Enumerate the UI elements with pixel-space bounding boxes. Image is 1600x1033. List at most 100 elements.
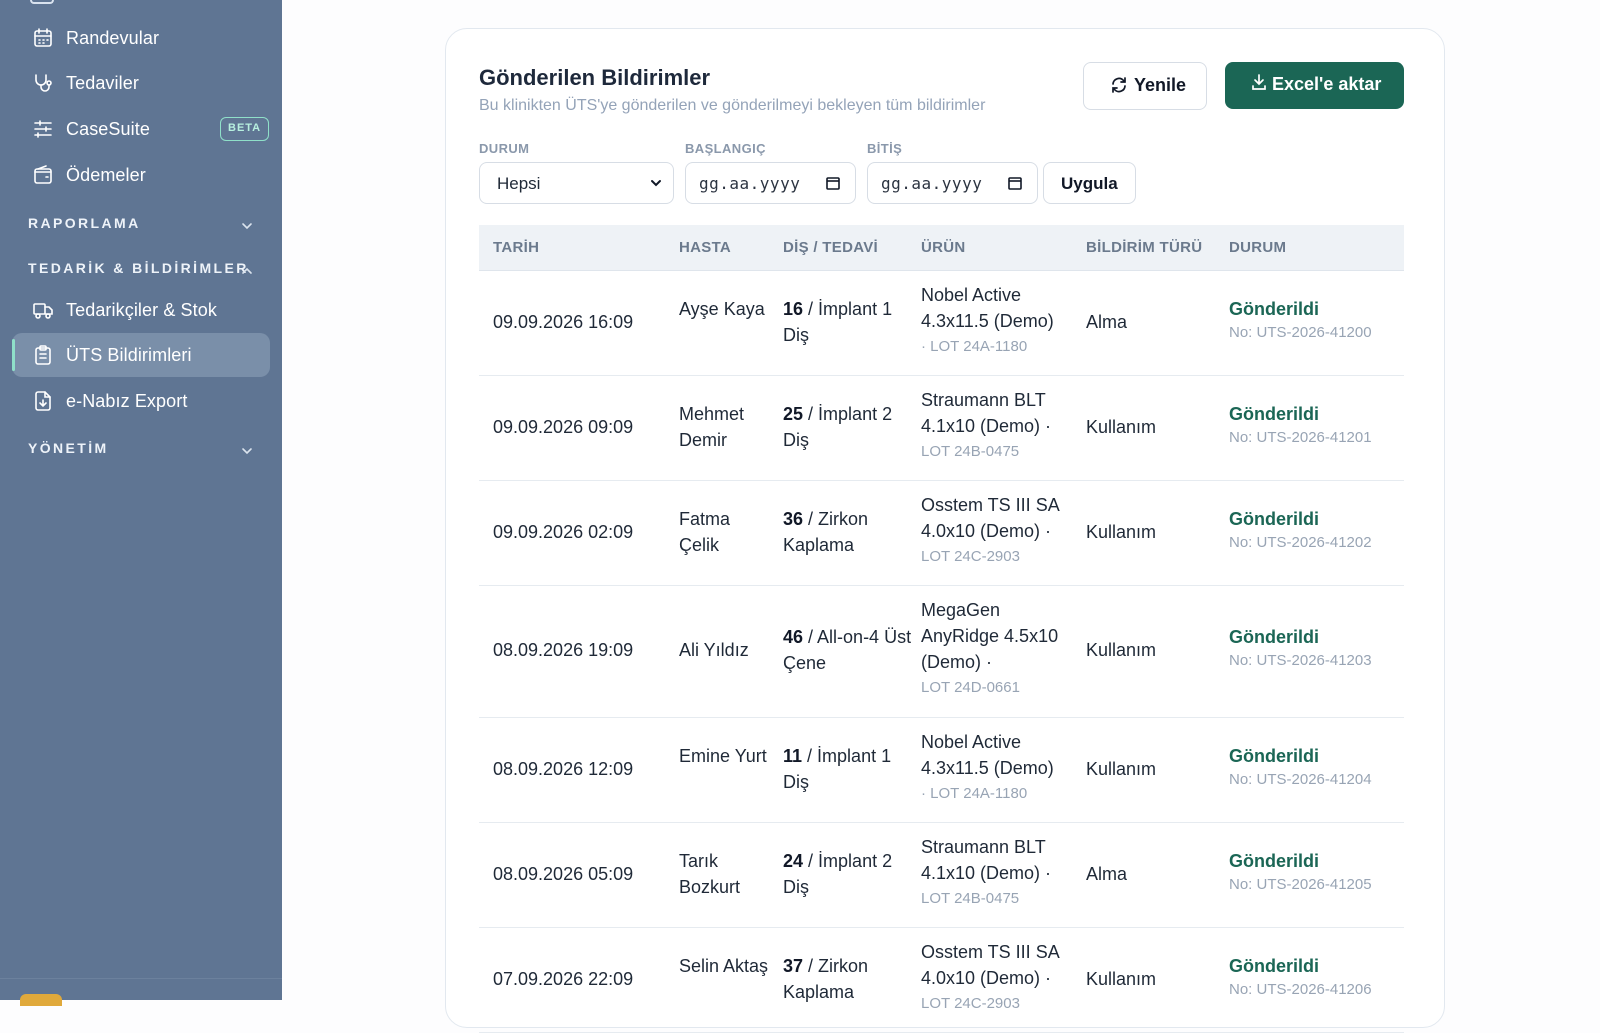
sidebar-item-casesuite[interactable]: CaseSuite BETA xyxy=(12,107,270,151)
table-row[interactable]: 09.09.2026 09:09 Mehmet Demir 25 / İmpla… xyxy=(479,376,1404,481)
sidebar-item-randevular[interactable]: Randevular xyxy=(12,16,270,60)
refresh-button[interactable]: Yenile xyxy=(1083,62,1207,110)
table-row[interactable]: 08.09.2026 12:09 Emine Yurt 11 / İmplant… xyxy=(479,718,1404,823)
apply-filter-button[interactable]: Uygula xyxy=(1043,162,1136,204)
chevron-down-icon xyxy=(242,448,252,455)
table-row[interactable]: 07.09.2026 22:09 Selin Aktaş 37 / Zirkon… xyxy=(479,928,1404,1033)
row-product: Straumann BLT 4.1x10 (Demo) · LOT 24B-047… xyxy=(921,834,1073,912)
sidebar-item-enabiz-export[interactable]: e-Nabız Export xyxy=(12,379,270,423)
row-tooth: 25 xyxy=(783,404,804,424)
row-tooth: 36 xyxy=(783,509,804,529)
row-product: Osstem TS III SA 4.0x10 (Demo) · LOT 24C-… xyxy=(921,939,1073,1017)
row-uts-no: No: UTS-2026-41201 xyxy=(1229,429,1372,446)
sidebar-item-odemeler[interactable]: Ödemeler xyxy=(12,153,270,197)
section-label: YÖNETİM xyxy=(28,440,109,456)
notifications-card: Gönderilen Bildirimler Bu klinikten ÜTS'… xyxy=(445,28,1445,1033)
row-date: 09.09.2026 16:09 xyxy=(493,312,634,332)
row-product: Nobel Active 4.3x11.5 (Demo) · LOT 24A-11… xyxy=(921,729,1073,807)
row-notification-type: Kullanım xyxy=(1086,522,1157,542)
row-status: Gönderildi No: UTS-2026-41200 xyxy=(1229,297,1399,345)
row-product: Osstem TS III SA 4.0x10 (Demo) · LOT 24C-… xyxy=(921,492,1073,570)
start-date-placeholder: gg.aa.yyyy xyxy=(699,174,801,193)
row-product: Nobel Active 4.3x11.5 (Demo) · LOT 24A-11… xyxy=(921,282,1073,360)
table-row[interactable]: 09.09.2026 16:09 Ayşe Kaya 16 / İmplant … xyxy=(479,271,1404,376)
avatar[interactable] xyxy=(20,994,62,1006)
column-header-status: DURUM xyxy=(1229,239,1287,256)
row-notification-type: Kullanım xyxy=(1086,969,1157,989)
row-tooth-treatment: 46 / All-on-4 Üst Çene xyxy=(783,627,912,673)
status-filter-label: DURUM xyxy=(479,141,530,156)
wallet-icon xyxy=(34,165,52,184)
section-label: RAPORLAMA xyxy=(28,215,141,231)
status-select[interactable]: Hepsi xyxy=(479,162,674,204)
table-row[interactable]: 08.09.2026 19:09 Ali Yıldız 46 / All-on-… xyxy=(479,586,1404,718)
row-uts-no: No: UTS-2026-41205 xyxy=(1229,876,1372,893)
row-uts-no: No: UTS-2026-41206 xyxy=(1229,981,1372,998)
section-label: TEDARİK & BİLDİRİMLER xyxy=(28,260,249,276)
sidebar-item-label: Tedaviler xyxy=(66,72,139,93)
download-icon xyxy=(1252,74,1266,90)
page-subtitle: Bu klinikten ÜTS'ye gönderilen ve gönder… xyxy=(479,97,986,114)
row-tooth-treatment: 24 / İmplant 2 Diş xyxy=(783,851,893,897)
table-row[interactable]: 09.09.2026 02:09 Fatma Çelik 36 / Zirkon… xyxy=(479,481,1404,586)
column-header-patient: HASTA xyxy=(679,239,732,256)
row-tooth-treatment: 16 / İmplant 1 Diş xyxy=(783,299,893,345)
row-tooth: 24 xyxy=(783,851,804,871)
table-body: 09.09.2026 16:09 Ayşe Kaya 16 / İmplant … xyxy=(479,271,1404,1033)
apply-filter-label: Uygula xyxy=(1061,174,1118,193)
end-date-input[interactable]: gg.aa.yyyy xyxy=(867,162,1038,204)
sidebar-item-tedaviler[interactable]: Tedaviler xyxy=(12,61,270,105)
row-patient: Mehmet Demir xyxy=(679,404,745,450)
page-title: Gönderilen Bildirimler xyxy=(479,65,711,90)
status-select-value: Hepsi xyxy=(497,174,541,193)
sidebar-item-tedarikciler-stok[interactable]: Tedarikçiler & Stok xyxy=(12,288,270,332)
sidebar-item-uts-bildirimleri[interactable]: ÜTS Bildirimleri xyxy=(12,333,270,377)
sidebar-divider xyxy=(0,978,282,979)
sidebar-item-label: e-Nabız Export xyxy=(66,390,188,411)
column-header-type: BİLDİRİM TÜRÜ xyxy=(1086,239,1203,256)
sidebar-item-label: CaseSuite xyxy=(66,118,150,139)
row-notification-type: Alma xyxy=(1086,312,1128,332)
row-date: 08.09.2026 19:09 xyxy=(493,640,634,660)
table-row[interactable]: 08.09.2026 05:09 Tarık Bozkurt 24 / İmpl… xyxy=(479,823,1404,928)
calendar-icon[interactable] xyxy=(1007,175,1023,191)
section-tedarik-bildirimler[interactable]: TEDARİK & BİLDİRİMLER xyxy=(28,260,254,284)
row-lot: · LOT 24A-1180 xyxy=(921,338,1028,355)
start-date-input[interactable]: gg.aa.yyyy xyxy=(685,162,856,204)
beta-badge: BETA xyxy=(220,117,270,141)
end-date-placeholder: gg.aa.yyyy xyxy=(881,174,983,193)
clipboard-icon xyxy=(35,345,51,365)
row-status: Gönderildi No: UTS-2026-41201 xyxy=(1229,402,1399,450)
calendar-icon[interactable] xyxy=(825,175,841,191)
sidebar-item-label: Tedarikçiler & Stok xyxy=(66,299,217,320)
main-content: Gönderilen Bildirimler Bu klinikten ÜTS'… xyxy=(282,0,1600,1033)
section-yonetim[interactable]: YÖNETİM xyxy=(28,440,254,464)
row-product-name: Osstem TS III SA 4.0x10 (Demo) · xyxy=(921,495,1059,541)
row-status: Gönderildi No: UTS-2026-41206 xyxy=(1229,954,1399,1002)
row-tooth-treatment: 37 / Zirkon Kaplama xyxy=(783,956,869,1002)
truck-icon xyxy=(33,303,53,319)
row-status: Gönderildi No: UTS-2026-41203 xyxy=(1229,625,1399,673)
sidebar: Randevular Tedaviler CaseSuite BETA Ödem… xyxy=(0,0,282,1006)
row-status: Gönderildi No: UTS-2026-41204 xyxy=(1229,744,1399,792)
row-lot: LOT 24C-2903 xyxy=(921,995,1020,1012)
row-product: MegaGen AnyRidge 4.5x10 (Demo) · LOT 24D-… xyxy=(921,597,1073,701)
row-lot: LOT 24D-0661 xyxy=(921,679,1020,696)
stethoscope-icon xyxy=(35,74,52,92)
row-patient: Tarık Bozkurt xyxy=(679,851,741,897)
row-product-name: Straumann BLT 4.1x10 (Demo) · xyxy=(921,837,1052,883)
status-badge: Gönderildi xyxy=(1229,956,1319,976)
row-date: 09.09.2026 09:09 xyxy=(493,417,634,437)
export-excel-button[interactable]: Excel'e aktar xyxy=(1225,62,1404,109)
row-lot: LOT 24B-0475 xyxy=(921,890,1020,907)
sidebar-item-label: ÜTS Bildirimleri xyxy=(66,344,192,365)
row-treatment: All-on-4 Üst Çene xyxy=(783,627,912,673)
refresh-label: Yenile xyxy=(1134,75,1187,95)
section-raporlama[interactable]: RAPORLAMA xyxy=(28,215,254,239)
row-patient: Ali Yıldız xyxy=(679,640,749,660)
row-date: 09.09.2026 02:09 xyxy=(493,522,634,542)
row-product-name: Osstem TS III SA 4.0x10 (Demo) · xyxy=(921,942,1059,988)
chevron-down-icon xyxy=(242,223,252,230)
file-export-icon xyxy=(35,391,51,411)
column-header-tooth: DİŞ / TEDAVİ xyxy=(783,239,878,256)
